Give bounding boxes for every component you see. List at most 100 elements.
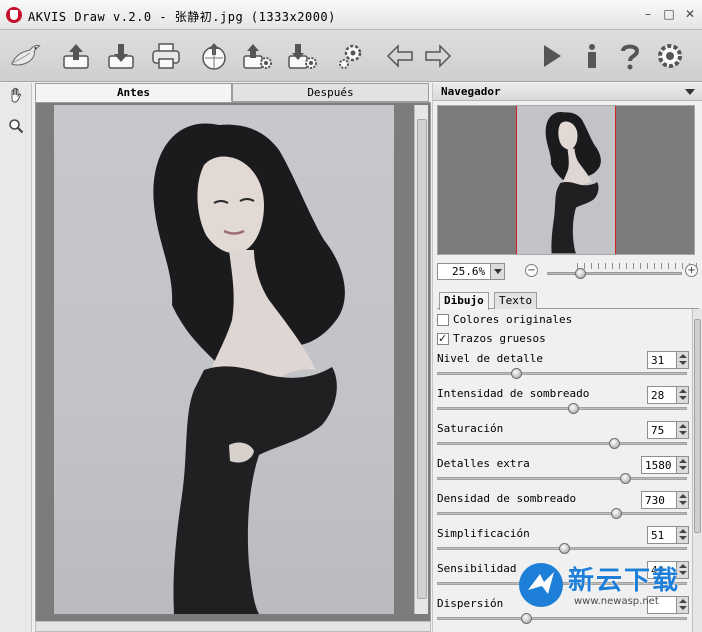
param-value[interactable]: 75 [651, 423, 664, 438]
param-slider[interactable] [437, 403, 687, 414]
param-slider[interactable] [437, 473, 687, 484]
navigator-title: Navegador [441, 85, 501, 98]
checkbox[interactable]: ✓ [437, 332, 449, 345]
minimize-button[interactable]: – [640, 6, 656, 22]
watermark-brand: 新云下载 [568, 566, 681, 596]
tab-drawing[interactable]: Dibujo [439, 292, 489, 310]
param-spinbox[interactable]: 51 [647, 526, 689, 544]
checkbox[interactable] [437, 314, 449, 326]
param-spinbox[interactable]: 28 [647, 386, 689, 404]
tab-text[interactable]: Texto [494, 292, 538, 309]
slider-thumb[interactable] [511, 368, 522, 379]
save-settings-button[interactable] [285, 38, 321, 74]
print-button[interactable] [148, 38, 184, 74]
checkbox-label: Trazos gruesos [453, 332, 546, 345]
share-button[interactable] [196, 38, 232, 74]
tab-after[interactable]: Después [232, 83, 429, 102]
preferences-button[interactable] [333, 38, 369, 74]
slider-thumb[interactable] [568, 403, 579, 414]
param-detail-level: Nivel de detalle 31 [437, 351, 691, 386]
slider-thumb[interactable] [611, 508, 622, 519]
param-label: Detalles extra [437, 457, 530, 470]
help-button[interactable] [612, 38, 648, 74]
param-label: Sensibilidad [437, 562, 517, 575]
zoom-tool[interactable] [6, 116, 26, 136]
scrollbar-thumb[interactable] [694, 319, 701, 533]
save-icon [108, 44, 134, 69]
spin-arrows[interactable] [676, 422, 688, 438]
scrollbar-thumb[interactable] [417, 119, 427, 599]
hand-tool[interactable] [6, 85, 26, 105]
title-bar: AKVIS Draw v.2.0 - 张静初.jpg (1333x2000) –… [0, 0, 702, 30]
checkbox-label: Colores originales [453, 313, 573, 326]
slider-thumb[interactable] [559, 543, 570, 554]
param-value[interactable]: 28 [651, 388, 664, 403]
spin-arrows[interactable] [676, 527, 688, 543]
slider-thumb[interactable] [609, 438, 620, 449]
param-slider[interactable] [437, 543, 687, 554]
undo-button[interactable] [382, 38, 418, 74]
close-button[interactable]: ✕ [682, 6, 698, 22]
zoom-slider[interactable] [547, 268, 682, 279]
tab-before[interactable]: Antes [35, 83, 232, 102]
magnifier-icon [9, 119, 24, 134]
param-spinbox[interactable]: 1580 [641, 456, 689, 474]
param-spinbox[interactable]: 31 [647, 351, 689, 369]
zoom-level-field[interactable]: 25.6% [437, 263, 505, 280]
arrow-left-icon [386, 44, 413, 68]
spin-arrows[interactable] [676, 387, 688, 403]
param-value[interactable]: 31 [651, 353, 664, 368]
watermark-logo-icon [519, 563, 563, 607]
slider-thumb[interactable] [620, 473, 631, 484]
save-button[interactable] [103, 38, 139, 74]
zoom-dropdown-button[interactable] [490, 264, 504, 279]
settings-button[interactable] [652, 38, 688, 74]
param-label: Saturación [437, 422, 504, 435]
param-label: Intensidad de sombreado [437, 387, 590, 400]
maximize-button[interactable]: □ [661, 6, 677, 22]
param-label: Nivel de detalle [437, 352, 543, 365]
param-label: Dispersión [437, 597, 504, 610]
navigator-header[interactable]: Navegador [433, 83, 702, 101]
load-settings-button[interactable] [240, 38, 276, 74]
param-value[interactable]: 51 [651, 528, 664, 543]
run-button[interactable] [533, 38, 569, 74]
spin-arrows[interactable] [676, 492, 688, 508]
save-settings-icon [288, 44, 317, 69]
site-watermark: 新云下载 www.newasp.net [516, 560, 702, 612]
zoom-slider-thumb[interactable] [575, 268, 586, 279]
checkmark-icon: ✓ [438, 332, 448, 345]
spin-arrows[interactable] [676, 457, 688, 473]
portrait-photo [54, 105, 394, 614]
param-slider[interactable] [437, 368, 687, 379]
canvas-vertical-scrollbar[interactable] [414, 105, 428, 614]
param-spinbox[interactable]: 730 [641, 491, 689, 509]
bird-logo-icon [2, 32, 48, 78]
slider-thumb[interactable] [521, 613, 532, 624]
param-slider[interactable] [437, 613, 687, 624]
arrow-right-icon [425, 44, 452, 68]
navigator-preview[interactable] [437, 105, 695, 255]
canvas-horizontal-scrollbar[interactable] [35, 621, 431, 632]
param-slider[interactable] [437, 508, 687, 519]
param-spinbox[interactable]: 75 [647, 421, 689, 439]
param-value[interactable]: 1580 [645, 458, 672, 473]
param-extra-details: Detalles extra 1580 [437, 456, 691, 491]
zoom-out-button[interactable]: − [525, 264, 538, 277]
image-viewport[interactable] [35, 102, 431, 622]
info-button[interactable] [574, 38, 610, 74]
param-shading-density: Densidad de sombreado 730 [437, 491, 691, 526]
param-slider[interactable] [437, 438, 687, 449]
navigator-visible-area[interactable] [516, 106, 616, 254]
param-value[interactable]: 730 [645, 493, 665, 508]
info-icon [588, 44, 596, 68]
canvas-area: Antes Después [33, 83, 431, 632]
zoom-in-button[interactable]: + [685, 264, 698, 277]
redo-button[interactable] [420, 38, 456, 74]
open-file-button[interactable] [58, 38, 94, 74]
canvas-tabs: Antes Después [35, 83, 431, 102]
akvis-app-icon [6, 7, 22, 23]
spin-arrows[interactable] [676, 352, 688, 368]
chevron-down-icon[interactable] [685, 89, 695, 95]
zoom-controls: 25.6% − + [437, 261, 702, 281]
